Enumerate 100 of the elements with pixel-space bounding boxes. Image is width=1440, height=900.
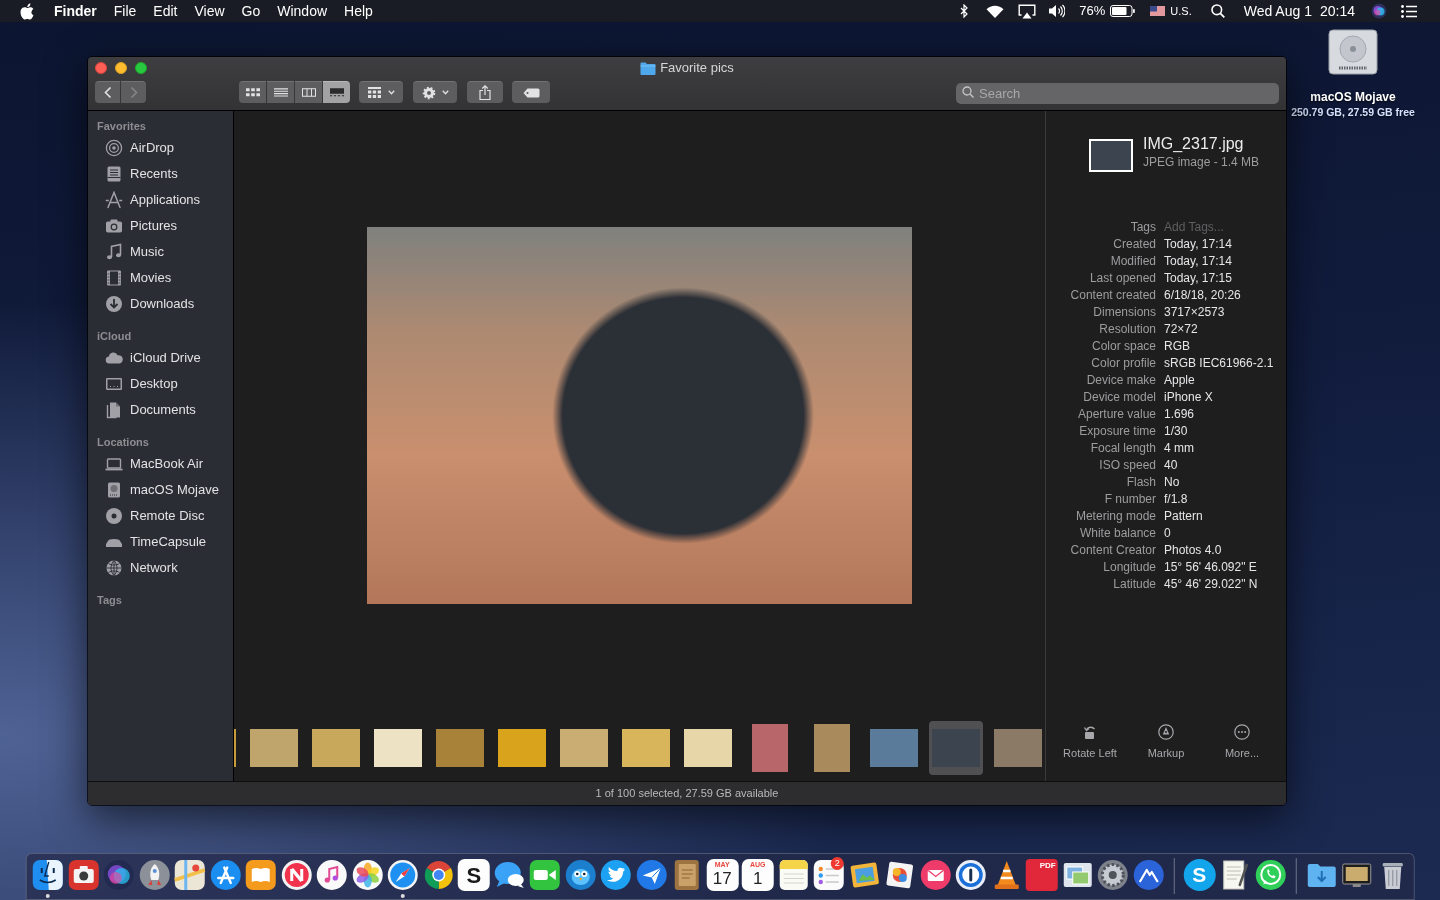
checklist-icon[interactable] bbox=[812, 859, 845, 891]
sidebar-item[interactable]: Pictures bbox=[105, 214, 180, 238]
volume-icon[interactable] bbox=[1048, 4, 1066, 18]
zoom-button[interactable] bbox=[135, 62, 147, 74]
list-view-button[interactable] bbox=[267, 81, 294, 103]
photo-thumbnail[interactable] bbox=[312, 728, 360, 767]
metadata-label: Dimensions bbox=[1093, 304, 1156, 321]
phone-bubble-icon[interactable] bbox=[1254, 859, 1287, 891]
sidebar-item[interactable]: Remote Disc bbox=[105, 504, 208, 528]
tags-field[interactable]: Add Tags... bbox=[1164, 219, 1274, 236]
sidebar-item[interactable]: TimeCapsule bbox=[105, 530, 210, 554]
video-camera-icon[interactable] bbox=[528, 859, 561, 891]
drive-label: macOS Mojave bbox=[1310, 90, 1396, 105]
clock-date[interactable]: Wed Aug 1 bbox=[1243, 0, 1312, 22]
metadata-label: Tags bbox=[1130, 219, 1156, 236]
orb-icon[interactable] bbox=[1371, 3, 1387, 19]
photo-thumbnail[interactable] bbox=[498, 728, 546, 767]
flower-icon[interactable] bbox=[351, 859, 384, 891]
battery-icon[interactable] bbox=[1110, 5, 1136, 17]
rotate-left-button[interactable]: Rotate Left bbox=[1063, 724, 1117, 760]
menu[interactable]: Edit bbox=[153, 0, 178, 22]
speech-bubbles-icon[interactable] bbox=[493, 859, 526, 891]
sidebar-item[interactable]: AirDrop bbox=[105, 136, 178, 160]
photo-thumbnail[interactable] bbox=[374, 728, 422, 767]
search-field[interactable]: Search bbox=[956, 83, 1279, 104]
menu[interactable]: File bbox=[113, 0, 137, 22]
close-button[interactable] bbox=[95, 62, 107, 74]
segmented-ring-icon[interactable] bbox=[422, 859, 455, 891]
menu[interactable]: Help bbox=[344, 0, 373, 22]
photo-thumbnail[interactable] bbox=[560, 728, 608, 767]
app-menu[interactable]: Finder bbox=[54, 0, 97, 22]
clock-time[interactable]: 20:14 bbox=[1319, 0, 1355, 22]
apple-icon[interactable] bbox=[20, 2, 34, 20]
sidebar-item[interactable]: Music bbox=[105, 240, 167, 264]
map-icon[interactable] bbox=[173, 859, 206, 891]
photo-thumbnail[interactable] bbox=[622, 728, 670, 767]
notepad-icon[interactable] bbox=[777, 859, 810, 891]
gear-icon[interactable] bbox=[1096, 859, 1129, 891]
envelope-icon[interactable] bbox=[919, 859, 952, 891]
a-shape-icon[interactable] bbox=[209, 859, 242, 891]
flag-icon[interactable] bbox=[1150, 6, 1166, 16]
sidebar-item[interactable]: iCloud Drive bbox=[105, 346, 204, 370]
column-view-button[interactable] bbox=[295, 81, 322, 103]
film-strip-icon bbox=[105, 269, 123, 287]
camera-icon[interactable] bbox=[67, 859, 100, 891]
gear-icon bbox=[421, 85, 436, 100]
sidebar-item[interactable]: Network bbox=[105, 556, 181, 580]
photo-thumbnail[interactable] bbox=[929, 720, 983, 775]
airplay-icon[interactable] bbox=[1018, 3, 1037, 19]
minimize-button[interactable] bbox=[115, 62, 127, 74]
list-icon[interactable] bbox=[1401, 4, 1417, 18]
dock-app-button[interactable]: S bbox=[457, 859, 490, 891]
paper-plane-icon[interactable] bbox=[635, 859, 668, 891]
photo-thumbnail[interactable] bbox=[436, 728, 484, 767]
bluetooth-icon[interactable] bbox=[960, 4, 969, 18]
icon-view-button[interactable] bbox=[239, 81, 266, 103]
mountain-icon[interactable] bbox=[1132, 859, 1165, 891]
rocket-icon[interactable] bbox=[138, 859, 171, 891]
menu[interactable]: Window bbox=[277, 0, 328, 22]
photo-thumbnail[interactable] bbox=[814, 723, 850, 772]
more-button[interactable]: More... bbox=[1224, 724, 1260, 760]
music-note-icon[interactable] bbox=[315, 859, 348, 891]
tag-button[interactable] bbox=[512, 81, 550, 103]
photo-thumbnail[interactable] bbox=[752, 723, 788, 772]
input-source[interactable]: U.S. bbox=[1170, 2, 1192, 20]
action-button[interactable] bbox=[413, 81, 457, 103]
group-button[interactable] bbox=[359, 81, 403, 103]
sidebar-item[interactable]: Applications bbox=[105, 188, 204, 212]
compass-icon[interactable] bbox=[386, 859, 419, 891]
split-face-icon[interactable] bbox=[31, 859, 64, 891]
photo-thumbnail[interactable] bbox=[684, 728, 732, 767]
menu[interactable]: View bbox=[194, 0, 225, 22]
sidebar-item[interactable]: Downloads bbox=[105, 292, 198, 316]
orb-icon[interactable] bbox=[102, 859, 135, 891]
gallery-view-button[interactable] bbox=[323, 81, 350, 103]
bird-icon[interactable] bbox=[599, 859, 632, 891]
photo-thumbnail[interactable] bbox=[250, 728, 298, 767]
sidebar-item[interactable]: Recents bbox=[105, 162, 181, 186]
sidebar-item[interactable]: Documents bbox=[105, 398, 199, 422]
search-icon[interactable] bbox=[1210, 4, 1225, 18]
back-button[interactable] bbox=[95, 81, 120, 103]
dock-app-button[interactable]: PDF bbox=[1025, 859, 1058, 891]
n-shape-icon[interactable] bbox=[280, 859, 313, 891]
photo-placeholder bbox=[752, 723, 788, 772]
menu[interactable]: Go bbox=[241, 0, 261, 22]
share-button[interactable] bbox=[467, 81, 503, 103]
open-book-icon[interactable] bbox=[244, 859, 277, 891]
sidebar-item[interactable]: Desktop bbox=[105, 372, 181, 396]
photo-thumbnail[interactable] bbox=[870, 728, 918, 767]
sidebar-item[interactable]: macOS Mojave bbox=[105, 478, 222, 502]
metadata-value: Apple bbox=[1164, 372, 1195, 389]
markup-button[interactable]: Markup bbox=[1147, 724, 1185, 760]
drive-info: 250.79 GB, 27.59 GB free bbox=[1291, 105, 1415, 119]
bird-icon[interactable] bbox=[564, 859, 597, 891]
metadata-value: 72×72 bbox=[1164, 321, 1198, 338]
sidebar-item[interactable]: MacBook Air bbox=[105, 452, 206, 476]
keyhole-icon[interactable] bbox=[954, 859, 987, 891]
sidebar-item[interactable]: Movies bbox=[105, 266, 175, 290]
photo-thumbnail[interactable] bbox=[994, 728, 1042, 767]
wifi-icon[interactable] bbox=[986, 4, 1005, 18]
